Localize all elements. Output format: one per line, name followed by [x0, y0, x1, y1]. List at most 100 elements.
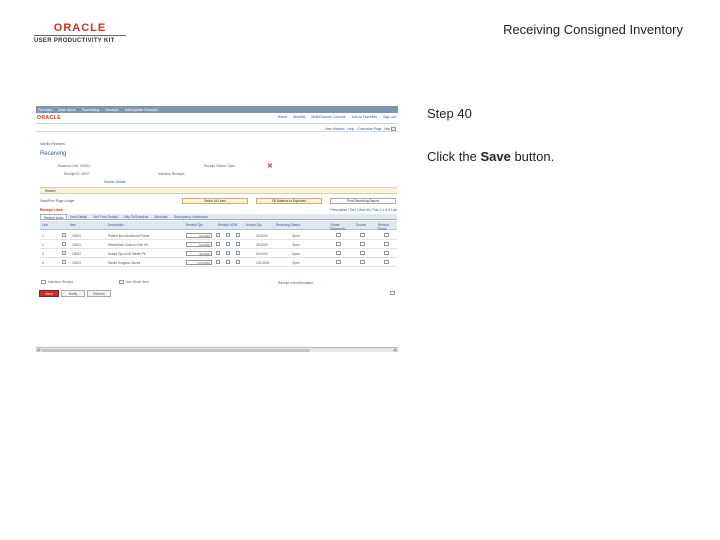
link-http[interactable]: http [385, 127, 391, 131]
item-lookup-icon[interactable] [62, 260, 66, 264]
interface-receipt-checkbox[interactable] [41, 280, 46, 284]
row-status: Open [292, 252, 300, 256]
uom-prompt-icon[interactable] [226, 242, 230, 246]
page-title: Receiving [40, 151, 67, 157]
header-links: Home Worklist MultiChannel Console Add t… [278, 115, 396, 119]
col-line[interactable]: Line [42, 223, 48, 227]
tab-unit-price[interactable]: Unit Price Details [90, 214, 120, 219]
link-new-window[interactable]: New Window [325, 127, 344, 131]
row-accept-qty: 25.0000 [256, 234, 268, 238]
col-receiving-status[interactable]: Receiving Status [276, 223, 300, 227]
fill-balance-button[interactable]: Fill Balance to Expected [256, 198, 322, 204]
create-shipment-checkbox[interactable] [336, 242, 341, 246]
uom-lookup-icon[interactable] [216, 251, 220, 255]
detail-icon[interactable] [236, 260, 240, 264]
receipt-errors-checkbox[interactable] [384, 251, 389, 255]
receipt-qty-input[interactable]: 50.0000 [186, 242, 212, 247]
header-section-label: Header [45, 189, 56, 193]
page-options-icon[interactable] [391, 127, 396, 131]
uom-prompt-icon[interactable] [226, 260, 230, 264]
row-accept-qty: 100.0000 [256, 261, 270, 265]
receipt-errors-checkbox[interactable] [384, 242, 389, 246]
link-home[interactable]: Home [278, 115, 287, 119]
nav-purchasing[interactable]: Purchasing [82, 108, 100, 112]
refresh-page-icon[interactable] [390, 291, 395, 295]
row-line: 1 [42, 234, 44, 238]
col-create-shipments[interactable]: Create Shipments [330, 223, 352, 231]
application-screenshot: Favorites Main Menu Purchasing Receipts … [36, 106, 398, 352]
row-status: Open [292, 234, 300, 238]
tab-attributes[interactable]: Attributes [151, 214, 170, 219]
uom-prompt-icon[interactable] [226, 233, 230, 237]
col-source[interactable]: Source [356, 223, 366, 227]
header-section-bar[interactable]: Header [40, 187, 397, 194]
scroll-right-icon[interactable]: ▸ [393, 348, 398, 352]
delete-icon[interactable]: ✕ [267, 163, 273, 170]
nav-main-menu[interactable]: Main Menu [58, 108, 75, 112]
tab-discrepancy[interactable]: Discrepancy Information [171, 214, 211, 219]
receipt-errors-checkbox[interactable] [384, 260, 389, 264]
receipt-qty-input[interactable]: 100.0000 [186, 260, 212, 265]
uom-lookup-icon[interactable] [216, 260, 220, 264]
create-shipment-checkbox[interactable] [336, 233, 341, 237]
detail-icon[interactable] [236, 242, 240, 246]
detail-icon[interactable] [236, 251, 240, 255]
item-lookup-icon[interactable] [62, 233, 66, 237]
col-accept-qty[interactable]: Accept Qty [246, 223, 262, 227]
receipt-lines-grid-header: Receipt Lines Personalize | Find | View … [40, 207, 397, 212]
tab-ship-to[interactable]: Ship To/Schedule [121, 214, 152, 219]
row-description: Sterile Surgical Gloves [108, 261, 141, 265]
header-details-link[interactable]: Header Details [104, 180, 126, 184]
item-lookup-icon[interactable] [62, 242, 66, 246]
table-row: 1 10000 Patient Bed Aluminum Frame 25.00… [40, 231, 397, 240]
link-help[interactable]: Help [348, 127, 355, 131]
create-shipment-checkbox[interactable] [336, 260, 341, 264]
link-multichannel[interactable]: MultiChannel Console [311, 115, 345, 119]
col-receipt-qty[interactable]: Receipt Qty [186, 223, 203, 227]
link-sign-out[interactable]: Sign out [383, 115, 396, 119]
non-stock-checkbox[interactable] [119, 280, 124, 284]
notify-button[interactable]: Notify [61, 290, 85, 297]
horizontal-scrollbar[interactable]: ◂ ▸ [36, 347, 398, 352]
row-item: 10002 [72, 252, 81, 256]
grid-tabs: Receipt Lines Item Details Unit Price De… [40, 214, 397, 220]
breadcrumb[interactable]: Vanilla Receipts [40, 142, 65, 146]
source-checkbox[interactable] [360, 251, 365, 255]
link-add-favorites[interactable]: Add to Favorites [352, 115, 377, 119]
scrollbar-thumb[interactable] [42, 349, 310, 352]
receipt-qty-input[interactable]: 40.0000 [186, 251, 212, 256]
nav-receipts[interactable]: Receipts [105, 108, 119, 112]
oracle-wordmark: ORACLE [53, 22, 107, 34]
tab-receipt-lines[interactable]: Receipt Lines [40, 214, 68, 220]
save-button[interactable]: Save [39, 290, 59, 297]
source-checkbox[interactable] [360, 260, 365, 264]
col-receipt-uom[interactable]: Receipt UOM [218, 223, 237, 227]
link-customize-page[interactable]: Customize Page [357, 127, 381, 131]
receipt-info-link[interactable]: Receipt Info Information [278, 281, 313, 285]
col-receipt-errors[interactable]: Receipt Errors [378, 223, 398, 231]
source-checkbox[interactable] [360, 242, 365, 246]
scroll-left-icon[interactable]: ◂ [36, 348, 41, 352]
col-item[interactable]: Item [70, 223, 76, 227]
col-description[interactable]: Description [108, 223, 124, 227]
nav-add-update-receipts[interactable]: Add/Update Receipts [125, 108, 158, 112]
receipt-qty-input[interactable]: 25.0000 [186, 233, 212, 238]
link-worklist[interactable]: Worklist [293, 115, 305, 119]
grid-navigation[interactable]: Personalize | Find | View All | First 1-… [330, 208, 397, 212]
document-title: Receiving Consigned Inventory [503, 22, 683, 37]
uom-lookup-icon[interactable] [216, 242, 220, 246]
tab-item-details[interactable]: Item Details [67, 214, 90, 219]
detail-icon[interactable] [236, 233, 240, 237]
receipt-errors-checkbox[interactable] [384, 233, 389, 237]
refresh-button[interactable]: Refresh [87, 290, 111, 297]
row-description: Wheelchair Cushion Pad Kit [108, 243, 148, 247]
uom-prompt-icon[interactable] [226, 251, 230, 255]
nav-favorites[interactable]: Favorites [38, 108, 52, 112]
uom-lookup-icon[interactable] [216, 233, 220, 237]
create-shipment-checkbox[interactable] [336, 251, 341, 255]
source-checkbox[interactable] [360, 233, 365, 237]
print-report-button[interactable]: Print Receiving Report [330, 198, 396, 204]
select-all-lines-button[interactable]: Select All Lines [182, 198, 248, 204]
top-navigation: Favorites Main Menu Purchasing Receipts … [36, 106, 398, 113]
item-lookup-icon[interactable] [62, 251, 66, 255]
